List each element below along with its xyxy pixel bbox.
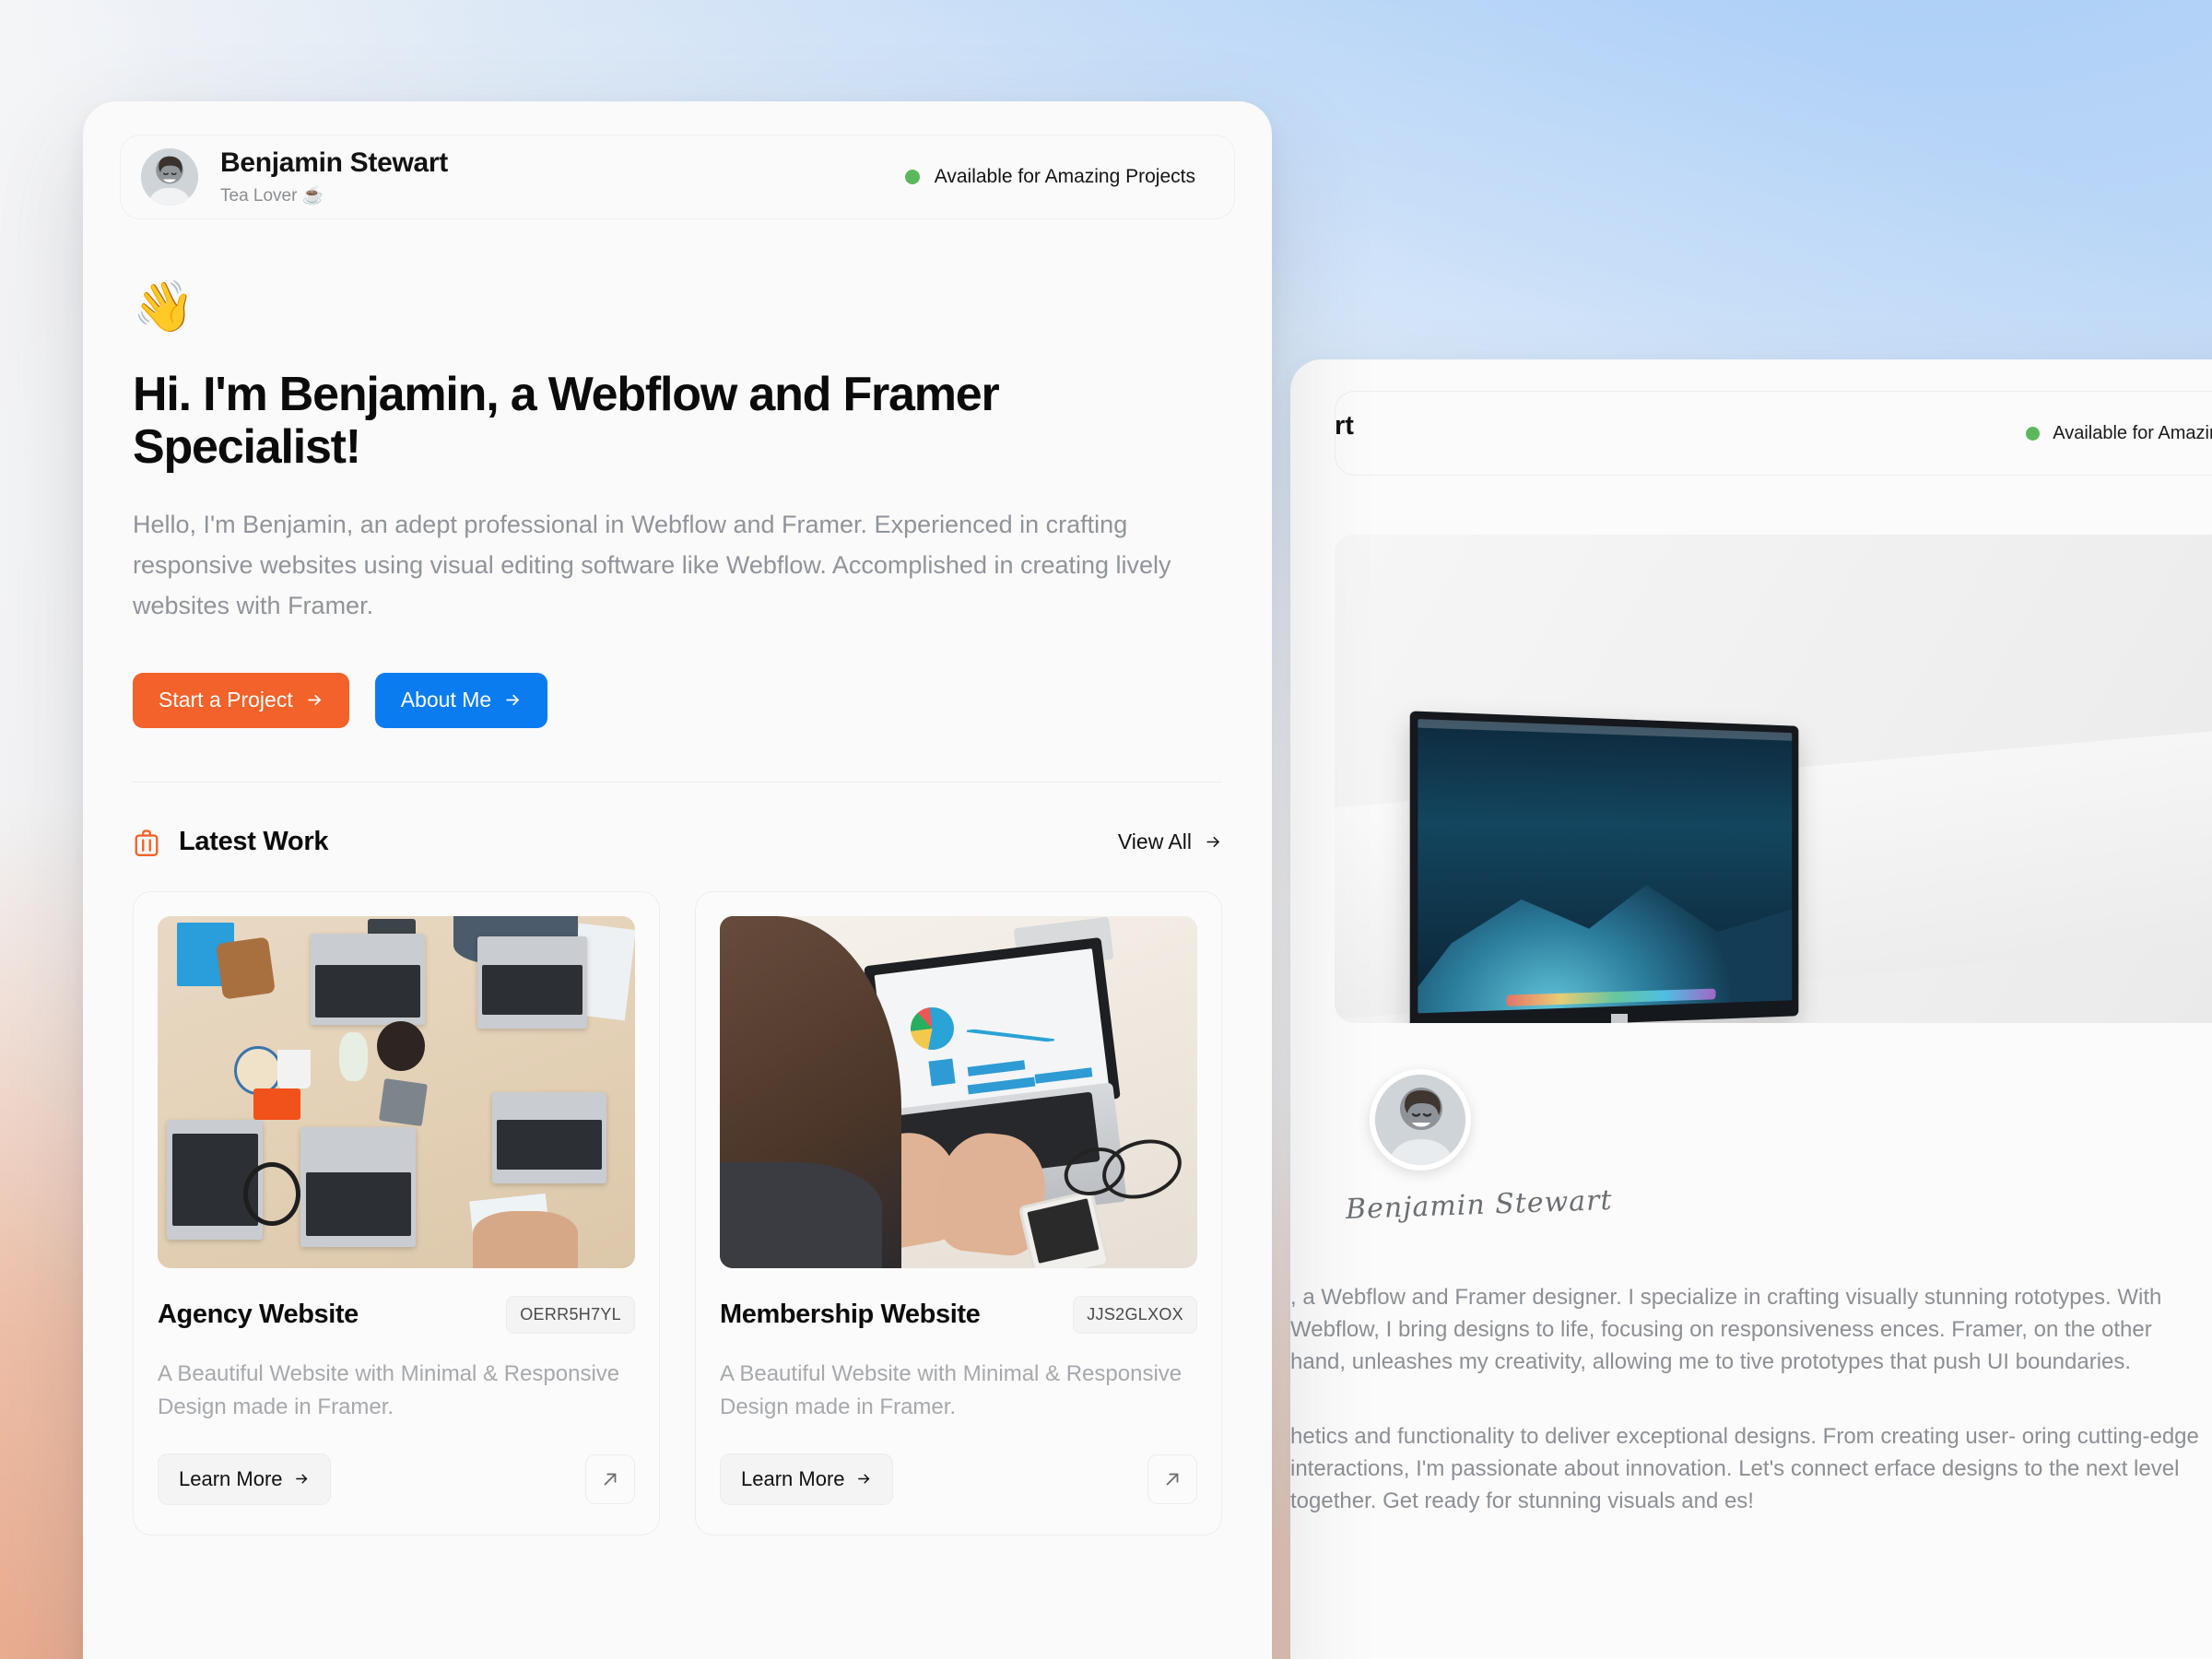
about-me-label: About Me	[400, 688, 492, 712]
arrow-right-icon	[295, 1474, 307, 1484]
back-card-desk-photo	[1335, 535, 2212, 1023]
profile-role: Tea Lover ☕	[220, 185, 324, 206]
arrow-up-right-icon	[1166, 1473, 1179, 1485]
back-card-paragraph-2: hetics and functionality to deliver exce…	[1290, 1424, 2199, 1514]
primary-profile-card: Benjamin Stewart Tea Lover ☕ Available f…	[83, 101, 1272, 1659]
project-thumbnail	[720, 915, 1197, 1268]
project-card[interactable]: Membership Website JJS2GLXOX A Beautiful…	[695, 890, 1222, 1535]
hero-paragraph: Hello, I'm Benjamin, an adept profession…	[133, 511, 1171, 619]
start-a-project-label: Start a Project	[159, 688, 293, 712]
profile-name: Benjamin Stewart	[220, 147, 448, 179]
project-title-row: Agency Website OERR5H7YL	[158, 1295, 635, 1334]
open-project-button[interactable]	[1147, 1453, 1197, 1504]
waving-hand-icon: 👋	[133, 279, 195, 335]
project-description: A Beautiful Website with Minimal & Respo…	[720, 1360, 1182, 1419]
status-dot-icon	[904, 170, 920, 184]
back-card-body-text: , a Webflow and Framer designer. I speci…	[1290, 1281, 2212, 1559]
about-me-button[interactable]: About Me	[374, 672, 548, 728]
back-card-name: rt	[1335, 411, 1354, 441]
project-code-badge: OERR5H7YL	[506, 1295, 635, 1334]
view-all-label: View All	[1117, 830, 1192, 854]
latest-work-title: Latest Work	[179, 827, 329, 857]
project-title-row: Membership Website JJS2GLXOX	[720, 1295, 1197, 1334]
project-card-list: Agency Website OERR5H7YL A Beautiful Web…	[133, 890, 1222, 1535]
project-actions: Learn More	[158, 1453, 635, 1505]
profile-header: Benjamin Stewart Tea Lover ☕ Available f…	[120, 135, 1235, 219]
learn-more-button[interactable]: Learn More	[158, 1453, 331, 1505]
profile-name-block: Benjamin Stewart Tea Lover ☕	[220, 147, 448, 206]
learn-more-label: Learn More	[741, 1466, 845, 1490]
back-card-paragraph-1: , a Webflow and Framer designer. I speci…	[1290, 1285, 2162, 1375]
arrow-right-icon	[506, 694, 520, 706]
project-thumbnail	[158, 915, 635, 1268]
status-label: Available for Amazing Projects	[934, 166, 1195, 187]
page-title: Hi. I'm Benjamin, a Webflow and Framer S…	[133, 368, 1000, 475]
latest-work-header: Latest Work View All	[133, 827, 1222, 858]
view-all-link[interactable]: View All	[1118, 830, 1222, 854]
arrow-up-right-icon	[604, 1473, 617, 1485]
back-card-header: Available for Amazing Projects	[1335, 391, 2212, 476]
back-status-label: Available for Amazing Projects	[2053, 422, 2212, 443]
project-title: Agency Website	[158, 1299, 359, 1329]
open-project-button[interactable]	[585, 1453, 635, 1504]
status-badge: Available for Amazing Projects	[904, 166, 1216, 188]
hero-actions: Start a Project About Me	[133, 672, 1228, 728]
back-card-avatar	[1370, 1069, 1471, 1171]
project-actions: Learn More	[720, 1453, 1197, 1505]
learn-more-label: Learn More	[179, 1466, 283, 1490]
arrow-right-icon	[1206, 837, 1219, 848]
start-a-project-button[interactable]: Start a Project	[133, 672, 349, 728]
project-description: A Beautiful Website with Minimal & Respo…	[158, 1360, 620, 1419]
arrow-right-icon	[308, 694, 321, 706]
monitor-graphic	[1409, 711, 1799, 1023]
status-dot-icon	[2026, 426, 2041, 441]
briefcase-icon	[133, 827, 160, 858]
avatar	[141, 148, 198, 206]
hero-section: 👋 Hi. I'm Benjamin, a Webflow and Framer…	[83, 219, 1272, 728]
project-code-badge: JJS2GLXOX	[1073, 1295, 1197, 1334]
arrow-right-icon	[857, 1474, 869, 1484]
back-status-badge: Available for Amazing Projects	[2026, 423, 2212, 444]
learn-more-button[interactable]: Learn More	[720, 1453, 893, 1505]
project-card[interactable]: Agency Website OERR5H7YL A Beautiful Web…	[133, 890, 660, 1535]
project-title: Membership Website	[720, 1299, 981, 1329]
